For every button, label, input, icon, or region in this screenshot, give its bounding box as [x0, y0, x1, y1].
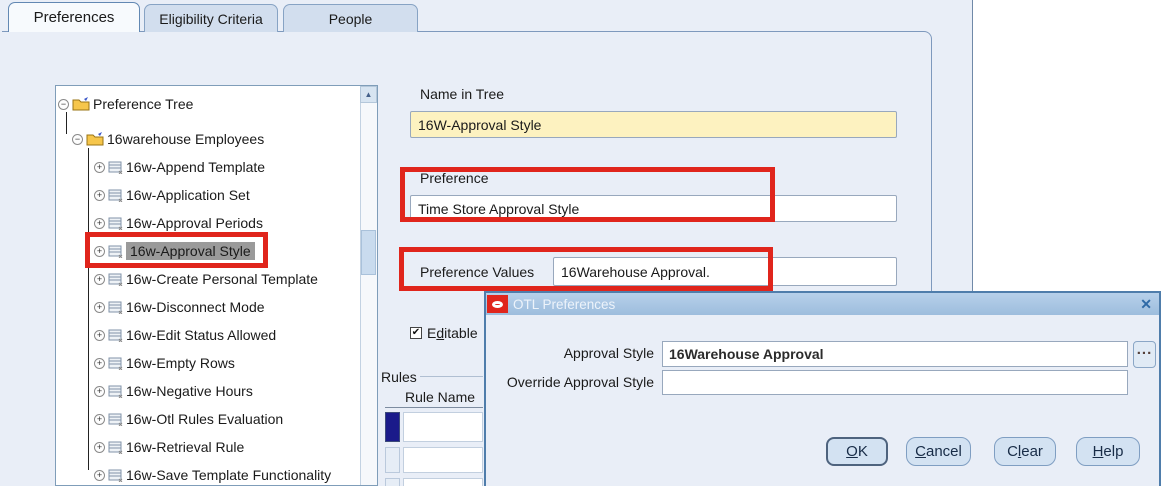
override-approval-style-field[interactable] [662, 370, 1128, 395]
folder-icon [72, 97, 90, 111]
tree-item-label: 16w-Empty Rows [126, 355, 235, 371]
tree-scrollbar-thumb[interactable] [361, 230, 376, 275]
approval-style-field[interactable]: 16Warehouse Approval [662, 341, 1128, 367]
expand-toggle-icon[interactable]: + [94, 442, 105, 453]
tab-eligibility-criteria[interactable]: Eligibility Criteria [144, 4, 278, 32]
expand-toggle-icon[interactable]: + [94, 414, 105, 425]
preference-node-icon [108, 217, 123, 230]
preference-values-label: Preference Values [420, 264, 534, 280]
tree-connector-line [66, 112, 67, 134]
tree-item-label: 16w-Append Template [126, 159, 265, 175]
preference-label: Preference [420, 170, 488, 186]
preference-node-icon [108, 413, 123, 426]
collapse-toggle-icon[interactable]: − [58, 99, 69, 110]
rules-frame-border [420, 376, 483, 377]
tree-item[interactable]: + 16w-Edit Status Allowed [94, 325, 276, 345]
lov-button[interactable]: ... [1133, 341, 1156, 368]
otl-preferences-dialog: OTL Preferences ✕ Approval Style 16Wareh… [484, 291, 1161, 486]
preference-node-icon [108, 469, 123, 482]
expand-toggle-icon[interactable]: + [94, 386, 105, 397]
tree-item-label: 16w-Edit Status Allowed [126, 327, 276, 343]
help-button[interactable]: Help [1076, 437, 1140, 466]
clear-button[interactable]: Clear [994, 437, 1056, 466]
window-right-border [972, 0, 973, 292]
expand-toggle-icon[interactable]: + [94, 470, 105, 481]
preference-values-field[interactable]: 16Warehouse Approval. [553, 257, 897, 286]
collapse-toggle-icon[interactable]: − [72, 134, 83, 145]
tree-item-label: 16w-Disconnect Mode [126, 299, 265, 315]
preference-node-icon [108, 189, 123, 202]
preference-node-icon [108, 273, 123, 286]
tree-item[interactable]: + 16w-Application Set [94, 185, 250, 205]
preference-field[interactable]: Time Store Approval Style [410, 195, 897, 222]
dialog-titlebar[interactable]: OTL Preferences ✕ [486, 293, 1159, 315]
override-approval-style-label: Override Approval Style [490, 374, 654, 390]
tree-scrollbar-track[interactable] [360, 86, 377, 485]
preference-node-icon [108, 329, 123, 342]
tree-item-label: 16w-Negative Hours [126, 383, 253, 399]
tree-node-label: 16warehouse Employees [107, 131, 264, 147]
rule-name-column-header: Rule Name [405, 389, 475, 405]
preference-tree[interactable]: − Preference Tree − 16warehouse Employee… [55, 85, 378, 486]
rule-name-cell[interactable] [403, 412, 483, 442]
tab-preferences[interactable]: Preferences [8, 2, 140, 32]
rule-name-cell[interactable] [403, 447, 483, 473]
editable-checkbox[interactable]: ✔ [410, 327, 422, 339]
tree-item[interactable]: + 16w-Create Personal Template [94, 269, 318, 289]
rule-name-cell[interactable] [403, 478, 483, 486]
tree-item[interactable]: + 16w-Save Template Functionality [94, 465, 331, 485]
record-indicator[interactable] [385, 478, 400, 486]
scroll-up-arrow-icon[interactable]: ▲ [360, 86, 377, 103]
close-icon[interactable]: ✕ [1140, 296, 1152, 313]
tree-node-group[interactable]: − 16warehouse Employees [72, 129, 264, 149]
rules-header-divider [385, 407, 483, 408]
oracle-logo-icon [487, 295, 508, 313]
tree-item-label: 16w-Application Set [126, 187, 250, 203]
tree-node-root[interactable]: − Preference Tree [58, 94, 193, 114]
record-indicator[interactable] [385, 447, 400, 473]
tree-item-label: 16w-Otl Rules Evaluation [126, 411, 283, 427]
name-in-tree-label: Name in Tree [420, 86, 504, 102]
tree-item[interactable]: + 16w-Append Template [94, 157, 265, 177]
preference-node-icon [108, 385, 123, 398]
ok-button[interactable]: OK [826, 437, 888, 466]
tree-item[interactable]: + 16w-Negative Hours [94, 381, 253, 401]
tree-item-label: 16w-Save Template Functionality [126, 467, 331, 483]
preference-node-icon [108, 357, 123, 370]
preference-node-icon [108, 441, 123, 454]
tree-item[interactable]: + 16w-Retrieval Rule [94, 437, 244, 457]
tree-item-label: 16w-Retrieval Rule [126, 439, 244, 455]
tree-item-label: 16w-Approval Periods [126, 215, 263, 231]
tree-connector-line [88, 148, 89, 470]
preference-node-icon [108, 301, 123, 314]
expand-toggle-icon[interactable]: + [94, 302, 105, 313]
expand-toggle-icon[interactable]: + [94, 358, 105, 369]
rules-frame-label: Rules [381, 369, 417, 385]
cancel-button[interactable]: Cancel [906, 437, 971, 466]
screenshot-root: Preferences Eligibility Criteria People … [0, 0, 1163, 486]
tree-item[interactable]: + 16w-Otl Rules Evaluation [94, 409, 283, 429]
preference-node-icon [108, 161, 123, 174]
tree-item[interactable]: + 16w-Disconnect Mode [94, 297, 265, 317]
approval-style-label: Approval Style [490, 345, 654, 361]
expand-toggle-icon[interactable]: + [94, 218, 105, 229]
record-indicator-current[interactable] [385, 412, 400, 442]
expand-toggle-icon[interactable]: + [94, 274, 105, 285]
tree-item[interactable]: + 16w-Approval Periods [94, 213, 263, 233]
dialog-title: OTL Preferences [513, 297, 615, 312]
expand-toggle-icon[interactable]: + [94, 246, 105, 257]
folder-icon [86, 132, 104, 146]
tree-item-label: 16w-Approval Style [126, 242, 255, 260]
name-in-tree-field[interactable]: 16W-Approval Style [410, 111, 897, 138]
tree-item-selected[interactable]: + 16w-Approval Style [94, 241, 255, 261]
editable-checkbox-label: Editable [427, 325, 478, 341]
tree-node-label: Preference Tree [93, 96, 193, 112]
tree-item-label: 16w-Create Personal Template [126, 271, 318, 287]
expand-toggle-icon[interactable]: + [94, 190, 105, 201]
tab-people[interactable]: People [283, 4, 418, 32]
expand-toggle-icon[interactable]: + [94, 330, 105, 341]
expand-toggle-icon[interactable]: + [94, 162, 105, 173]
tree-item[interactable]: + 16w-Empty Rows [94, 353, 235, 373]
preference-node-icon [108, 245, 123, 258]
